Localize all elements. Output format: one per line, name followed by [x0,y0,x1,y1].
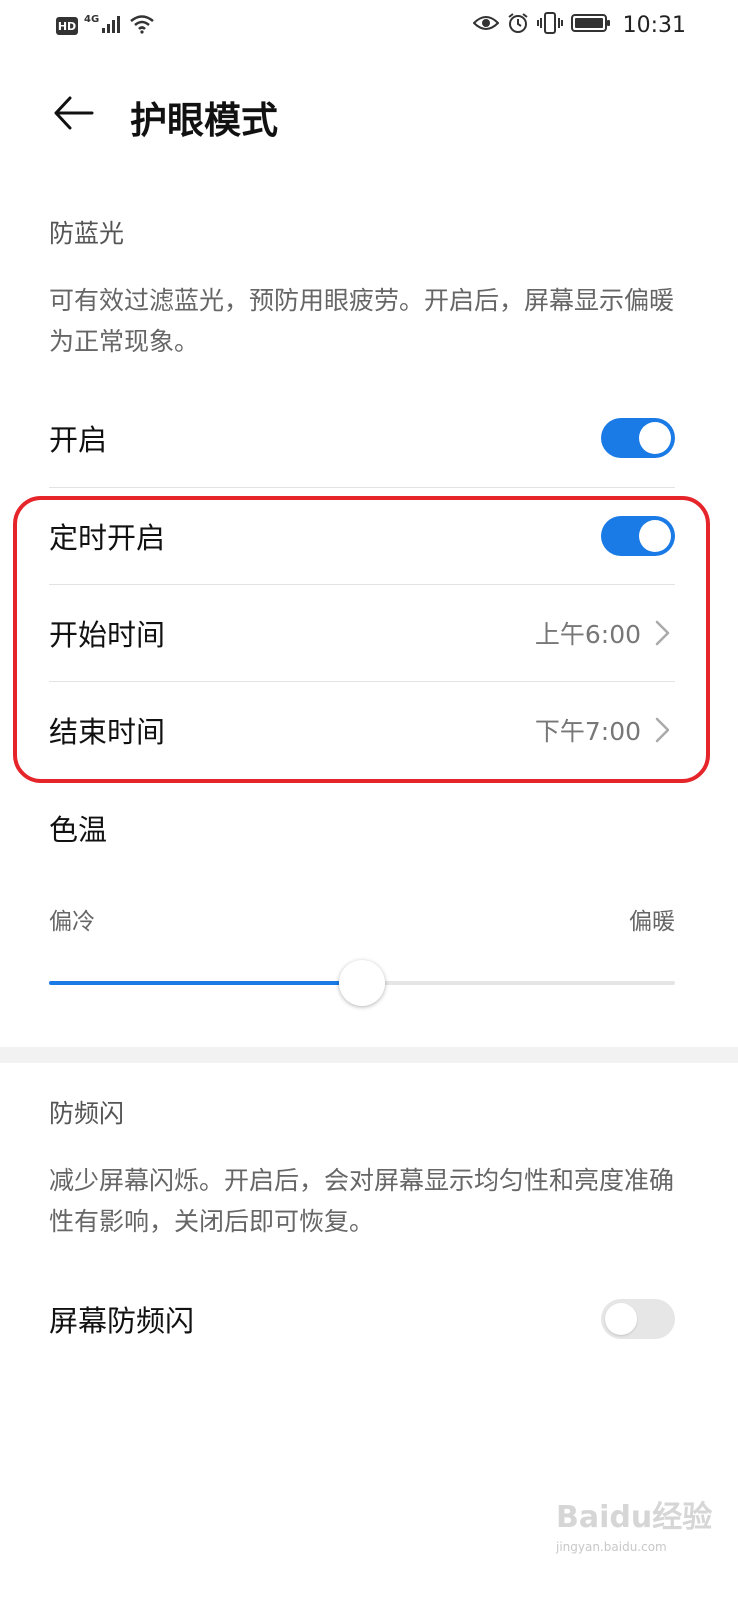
slider-fill [49,981,362,985]
toggle-knob [639,422,671,454]
eye-icon [472,13,500,37]
toggle-knob [605,1303,637,1335]
blue-light-enable-label: 开启 [49,423,108,457]
status-time: 10:31 [622,12,686,38]
battery-icon [570,13,611,37]
status-left: HD 4G [56,14,155,38]
signal-icon [101,14,123,38]
alarm-icon [507,12,529,38]
blue-light-section-title: 防蓝光 [49,219,125,248]
hd-badge: HD [56,17,78,35]
flicker-toggle-row[interactable]: 屏幕防频闪 [49,1271,675,1367]
color-temp-title: 色温 [49,813,108,847]
slider-min-label: 偏冷 [49,909,95,935]
slider-max-label: 偏暖 [629,909,675,935]
vibrate-icon [536,12,563,38]
blue-light-enable-row[interactable]: 开启 [49,390,675,486]
wifi-icon [129,14,155,38]
blue-light-enable-toggle[interactable] [601,418,675,458]
back-button[interactable] [48,88,98,138]
slider-thumb[interactable] [339,960,385,1006]
arrow-left-icon [54,96,94,130]
color-temp-row: 色温 [49,780,675,876]
blue-light-description: 可有效过滤蓝光，预防用眼疲劳。开启后，屏幕显示偏暖为正常现象。 [49,286,675,356]
flicker-section-title: 防频闪 [49,1099,125,1128]
flicker-description: 减少屏幕闪烁。开启后，会对屏幕显示均匀性和亮度准确性有影响，关闭后即可恢复。 [49,1166,675,1236]
app-header: 护眼模式 [0,70,738,160]
status-right: 10:31 [472,12,686,38]
highlight-annotation-box [13,496,710,783]
network-type-label: 4G [84,13,100,25]
page-title: 护眼模式 [130,99,278,142]
color-temp-slider[interactable] [49,960,675,1006]
flicker-toggle-label: 屏幕防频闪 [49,1304,195,1338]
status-bar: HD 4G 10:31 [0,0,738,56]
flicker-toggle[interactable] [601,1299,675,1339]
watermark-subtext: jingyan.baidu.com [556,1540,667,1554]
section-separator [0,1047,738,1063]
watermark-text: Baidu经验 [556,1500,713,1535]
